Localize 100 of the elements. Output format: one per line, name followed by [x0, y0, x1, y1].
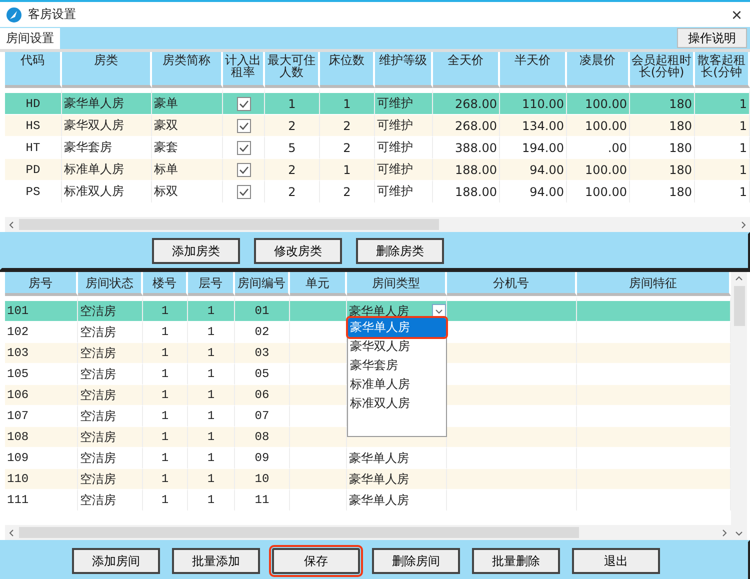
close-button[interactable]: × — [729, 6, 744, 24]
action-button[interactable]: 添加房类 — [152, 238, 240, 264]
column-header: 全天价 — [433, 52, 500, 88]
window-title: 客房设置 — [28, 6, 76, 23]
table-cell: 空洁房 — [80, 472, 116, 486]
checkbox[interactable] — [236, 140, 250, 155]
table-cell: 1 — [161, 346, 169, 360]
table-cell: 1 — [739, 140, 747, 154]
column-header: 半天价 — [500, 52, 567, 88]
dropdown-option[interactable]: 标准双人房 — [348, 394, 446, 413]
scroll-thumb[interactable] — [19, 527, 579, 538]
column-header: 单元 — [290, 272, 347, 296]
table-cell: 可维护 — [377, 118, 413, 132]
table-row[interactable]: 109 空洁房 1 1 09 豪华单人房 — [5, 448, 731, 469]
table-cell: 1 — [161, 430, 169, 444]
table-cell: 110.00 — [522, 96, 564, 110]
table-cell: 1 — [288, 96, 296, 110]
table-cell: 194.00 — [522, 140, 564, 154]
table-row[interactable]: 111 空洁房 1 1 11 豪华单人房 — [5, 490, 731, 511]
table-cell: 2 — [288, 184, 296, 198]
scroll-thumb[interactable] — [734, 286, 744, 326]
column-header: 房间状态 — [78, 272, 143, 296]
table-row[interactable]: HD 豪华单人房 豪单 1 1 可维护 268.00 110.00 100.00 180 1 — [5, 88, 750, 115]
checkbox[interactable] — [236, 184, 250, 199]
action-button[interactable]: 批量删除 — [472, 548, 560, 574]
table-cell: 1 — [739, 118, 747, 132]
checkbox[interactable] — [236, 162, 250, 177]
dropdown-option[interactable]: 豪华双人房 — [348, 337, 446, 356]
app-logo-icon — [6, 6, 22, 22]
scroll-left-icon[interactable] — [9, 220, 15, 228]
action-button[interactable]: 删除房间 — [372, 548, 460, 574]
horizontal-scrollbar[interactable] — [5, 525, 731, 540]
table-cell: 2 — [343, 140, 351, 154]
table-cell: 1 — [161, 409, 169, 423]
table-cell: 豪双 — [154, 118, 178, 132]
column-header: 散客起租长(分钟 — [695, 52, 750, 88]
action-button[interactable]: 添加房间 — [72, 548, 160, 574]
scroll-right-icon[interactable] — [721, 528, 727, 536]
scroll-thumb[interactable] — [19, 219, 439, 230]
table-cell: 1 — [207, 430, 215, 444]
checkbox[interactable] — [236, 118, 250, 133]
table-cell: 268.00 — [455, 118, 497, 132]
column-header: 房间编号 — [235, 272, 290, 296]
column-header: 层号 — [188, 272, 235, 296]
table-cell: 2 — [343, 184, 351, 198]
action-button[interactable]: 删除房类 — [356, 238, 444, 264]
scroll-up-icon[interactable] — [735, 276, 743, 282]
table-cell: 空洁房 — [80, 326, 116, 340]
tab[interactable]: 房间设置 — [0, 28, 60, 49]
table-cell: 110 — [7, 472, 29, 486]
table-cell: 100.00 — [585, 184, 627, 198]
dropdown-option[interactable]: 标准单人房 — [348, 375, 446, 394]
table-row[interactable]: PD 标准单人房 标单 2 1 可维护 188.00 94.00 100.00 180 1 — [5, 159, 750, 181]
table-cell: 134.00 — [522, 118, 564, 132]
action-button[interactable]: 保存 — [272, 548, 360, 574]
table-row[interactable]: 101 空洁房 1 1 01 豪华单人房 — [5, 296, 731, 322]
table-cell: 180 — [669, 118, 692, 132]
table-cell: 空洁房 — [80, 410, 116, 424]
table-row[interactable]: 108 空洁房 1 1 08 — [5, 427, 731, 448]
table-cell: 空洁房 — [80, 494, 116, 508]
checkbox[interactable] — [236, 96, 250, 111]
table-cell: 空洁房 — [80, 368, 116, 382]
table-cell: 94.00 — [530, 184, 564, 198]
column-header: 维护等级 — [375, 52, 433, 88]
action-button[interactable]: 修改房类 — [254, 238, 342, 264]
action-button[interactable]: 退出 — [572, 548, 660, 574]
table-cell: 豪华单人房 — [349, 472, 409, 486]
vertical-scrollbar[interactable] — [731, 272, 747, 540]
table-cell: 388.00 — [455, 140, 497, 154]
help-button[interactable]: 操作说明 — [677, 28, 747, 48]
action-button[interactable]: 批量添加 — [172, 548, 260, 574]
table-cell: 空洁房 — [80, 388, 116, 402]
table-cell: 101 — [7, 304, 29, 318]
table-cell: 103 — [7, 346, 29, 360]
table-cell: PD — [26, 162, 40, 176]
table-cell: 1 — [343, 162, 351, 176]
table-cell: 空洁房 — [80, 346, 116, 360]
table-cell: 1 — [207, 388, 215, 402]
table-cell: 05 — [254, 367, 270, 381]
table-cell: 可维护 — [377, 162, 413, 176]
table-cell: 可维护 — [377, 140, 413, 154]
table-row[interactable]: HS 豪华双人房 豪双 2 2 可维护 268.00 134.00 100.00 180 1 — [5, 115, 750, 137]
table-cell: 01 — [254, 304, 270, 318]
scroll-left-icon[interactable] — [9, 528, 15, 536]
dropdown-option[interactable]: 豪华单人房 — [348, 318, 446, 337]
table-cell: 2 — [288, 118, 296, 132]
column-header: 计入出租率 — [223, 52, 265, 88]
scroll-down-icon[interactable] — [735, 530, 743, 536]
dropdown-option[interactable]: 豪华套房 — [348, 356, 446, 375]
column-header: 房类 — [62, 52, 152, 88]
table-cell: 07 — [254, 409, 270, 423]
table-cell: 09 — [254, 451, 270, 465]
horizontal-scrollbar[interactable] — [5, 217, 750, 232]
table-cell: 豪华双人房 — [64, 118, 124, 132]
table-cell: 1 — [207, 325, 215, 339]
table-row[interactable]: 110 空洁房 1 1 10 豪华单人房 — [5, 469, 731, 490]
table-cell: 11 — [254, 493, 270, 507]
scroll-right-icon[interactable] — [740, 220, 746, 228]
column-header: 房类简称 — [152, 52, 223, 88]
table-cell: 标双 — [154, 184, 178, 198]
